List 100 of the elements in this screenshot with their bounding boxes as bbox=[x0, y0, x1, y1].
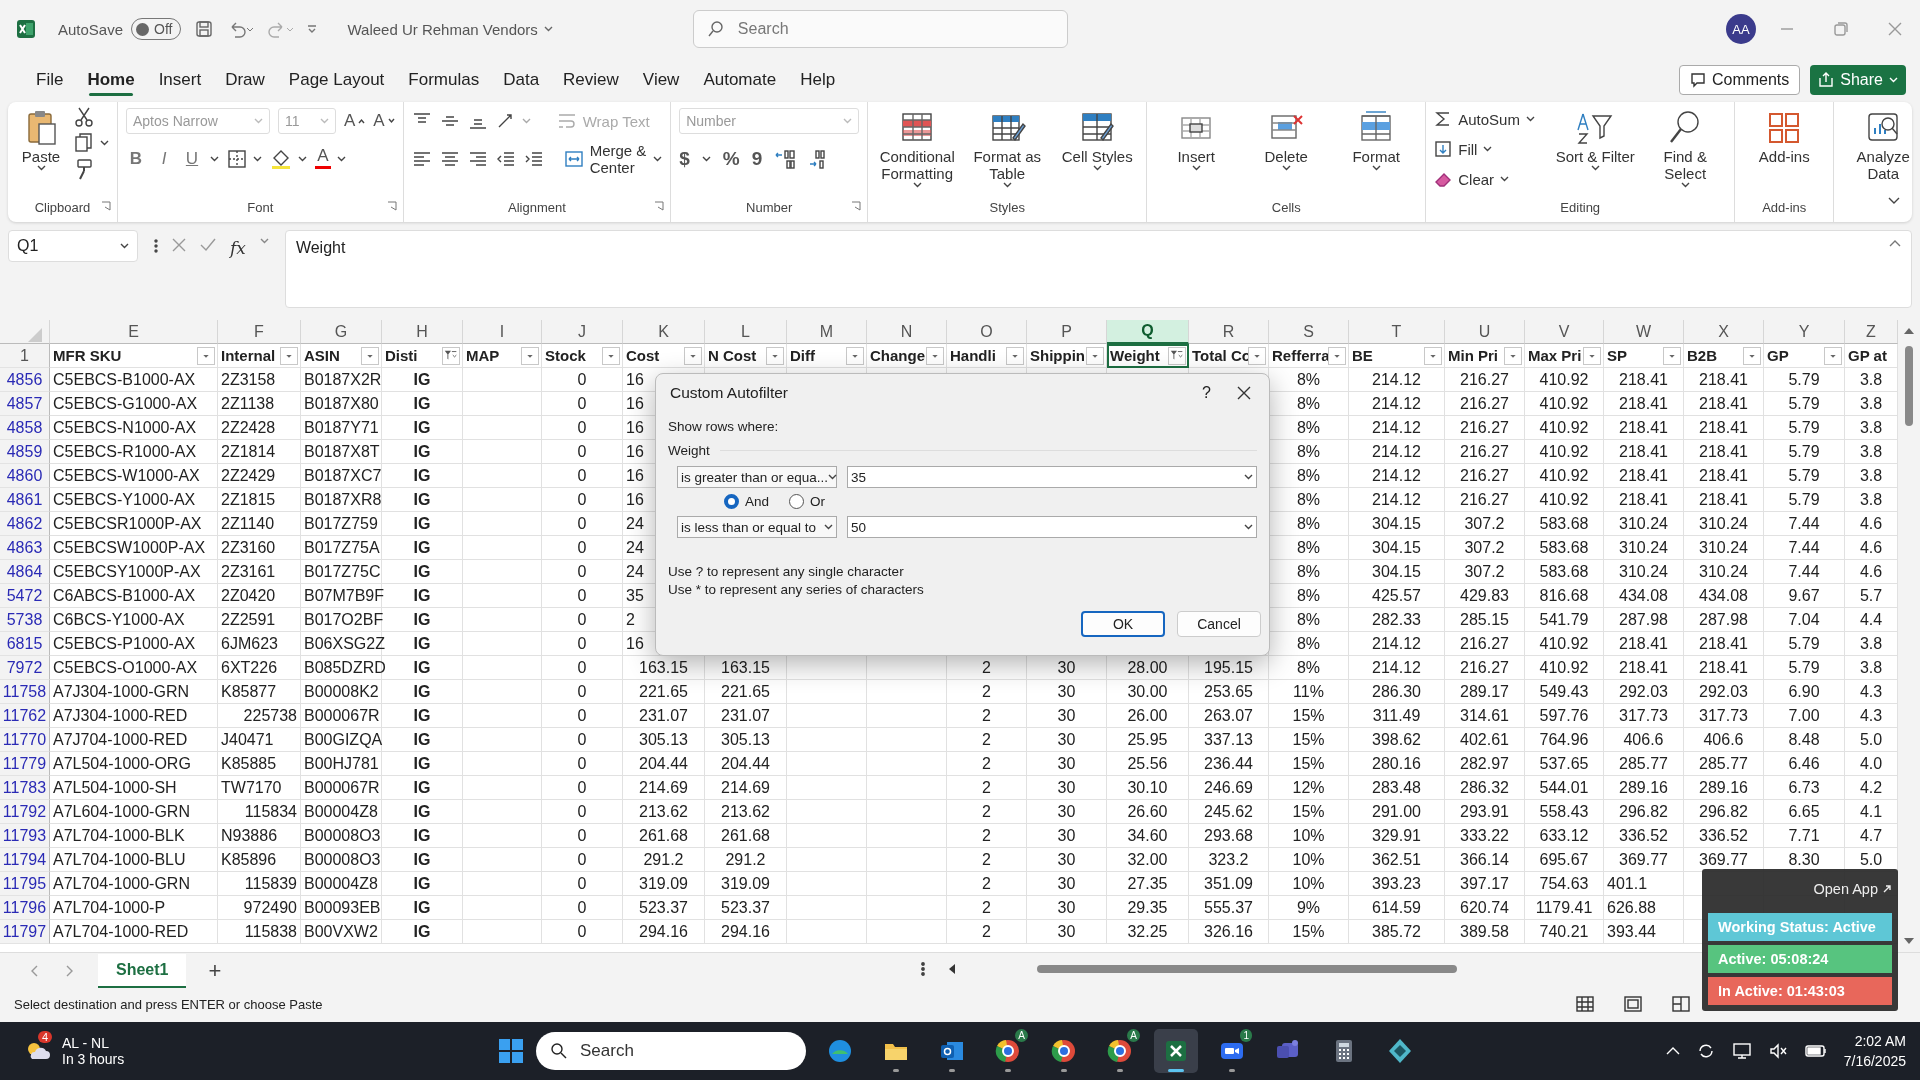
row-number[interactable]: 11795 bbox=[0, 872, 50, 896]
percent-button[interactable]: % bbox=[722, 148, 740, 170]
column-letter[interactable]: M bbox=[787, 320, 867, 344]
row-number[interactable]: 6815 bbox=[0, 632, 50, 656]
name-box[interactable]: Q1 bbox=[8, 230, 138, 262]
taskbar-app[interactable]: A bbox=[1098, 1029, 1142, 1073]
row-number[interactable]: 1 bbox=[0, 344, 50, 368]
search-field[interactable]: Search bbox=[692, 10, 1068, 48]
row-number[interactable]: 4863 bbox=[0, 536, 50, 560]
column-letter[interactable]: W bbox=[1604, 320, 1684, 344]
open-app-link[interactable]: Open App bbox=[1813, 881, 1878, 897]
row-number[interactable]: 11779 bbox=[0, 752, 50, 776]
ribbon-button[interactable]: Clear bbox=[1434, 166, 1547, 192]
ribbon-button[interactable]: Find & Select bbox=[1644, 106, 1727, 188]
dialog-button[interactable]: OK bbox=[1081, 611, 1165, 637]
menu-tab[interactable]: Automate bbox=[691, 62, 789, 98]
add-sheet-button[interactable]: + bbox=[208, 957, 222, 984]
taskbar-app[interactable]: A bbox=[986, 1029, 1030, 1073]
dialog-button[interactable]: Cancel bbox=[1177, 611, 1261, 637]
column-letter[interactable]: H bbox=[382, 320, 463, 344]
value-field[interactable]: 50 bbox=[847, 516, 1257, 538]
row-number[interactable]: 11770 bbox=[0, 728, 50, 752]
row-number[interactable]: 4864 bbox=[0, 560, 50, 584]
column-letter[interactable]: J bbox=[542, 320, 623, 344]
increase-font-button[interactable]: A bbox=[344, 111, 366, 131]
row-number[interactable]: 11762 bbox=[0, 704, 50, 728]
ribbon-button[interactable]: Insert bbox=[1155, 106, 1238, 171]
column-letter[interactable]: Q bbox=[1107, 320, 1189, 344]
column-letter[interactable]: F bbox=[218, 320, 301, 344]
currency-button[interactable]: $ bbox=[679, 148, 690, 170]
column-letter[interactable]: N bbox=[867, 320, 947, 344]
row-number[interactable]: 4862 bbox=[0, 512, 50, 536]
sheet-tab[interactable]: Sheet1 bbox=[98, 953, 187, 988]
operator-dropdown[interactable]: is greater than or equa... bbox=[677, 466, 837, 488]
column-letter[interactable]: O bbox=[947, 320, 1027, 344]
row-number[interactable]: 11783 bbox=[0, 776, 50, 800]
column-letter[interactable]: L bbox=[705, 320, 787, 344]
menu-tab[interactable]: Help bbox=[788, 62, 848, 98]
row-number[interactable]: 11792 bbox=[0, 800, 50, 824]
row-number[interactable]: 4857 bbox=[0, 392, 50, 416]
font-style-button[interactable]: U bbox=[182, 149, 202, 169]
column-letter[interactable]: X bbox=[1684, 320, 1764, 344]
font-color-button[interactable]: A bbox=[315, 149, 331, 169]
document-title[interactable]: Waleed Ur Rehman Vendors bbox=[347, 20, 553, 38]
font-style-button[interactable]: B bbox=[126, 149, 146, 169]
menu-tab[interactable]: Formulas bbox=[396, 62, 492, 98]
formula-field[interactable]: Weight bbox=[284, 230, 1912, 308]
row-number[interactable]: 11794 bbox=[0, 848, 50, 872]
ribbon-button[interactable]: AutoSum bbox=[1434, 106, 1547, 132]
ribbon-button[interactable]: Cell Styles bbox=[1056, 106, 1139, 171]
column-letter[interactable]: Y bbox=[1764, 320, 1845, 344]
menu-tab[interactable]: View bbox=[630, 62, 692, 98]
column-letter[interactable]: I bbox=[463, 320, 542, 344]
ribbon-button[interactable]: Fill bbox=[1434, 136, 1547, 162]
menu-tab[interactable]: Home bbox=[75, 62, 147, 98]
value-field[interactable]: 35 bbox=[847, 466, 1257, 488]
help-button[interactable]: ? bbox=[1202, 384, 1211, 402]
ribbon-button[interactable]: Format as Table bbox=[966, 106, 1049, 188]
row-number[interactable]: 11796 bbox=[0, 896, 50, 920]
row-number[interactable]: 4859 bbox=[0, 440, 50, 464]
row-number[interactable]: 5738 bbox=[0, 608, 50, 632]
column-letter[interactable]: U bbox=[1445, 320, 1525, 344]
row-number[interactable]: 4860 bbox=[0, 464, 50, 488]
comments-button[interactable]: Comments bbox=[1678, 65, 1801, 95]
menu-tab[interactable]: Insert bbox=[146, 62, 214, 98]
menu-tab[interactable]: Review bbox=[551, 62, 631, 98]
row-number[interactable]: 4858 bbox=[0, 416, 50, 440]
column-letter[interactable]: G bbox=[301, 320, 382, 344]
row-number[interactable]: 5472 bbox=[0, 584, 50, 608]
menu-tab[interactable]: Draw bbox=[213, 62, 277, 98]
font-style-button[interactable]: I bbox=[154, 149, 174, 169]
column-letter[interactable]: P bbox=[1027, 320, 1107, 344]
column-letter[interactable]: V bbox=[1525, 320, 1604, 344]
clock[interactable]: 2:02 AM 7/16/2025 bbox=[1843, 1031, 1906, 1071]
merge-center-button[interactable]: Merge & Center bbox=[563, 142, 663, 176]
row-number[interactable]: 4856 bbox=[0, 368, 50, 392]
row-number[interactable]: 11793 bbox=[0, 824, 50, 848]
ribbon-button[interactable]: Analyze Data bbox=[1842, 106, 1920, 182]
radio-button[interactable]: And bbox=[724, 493, 770, 509]
column-letter[interactable]: E bbox=[50, 320, 218, 344]
ribbon-button[interactable]: Conditional Formatting bbox=[876, 106, 959, 188]
row-number[interactable]: 7972 bbox=[0, 656, 50, 680]
column-letter[interactable]: R bbox=[1189, 320, 1269, 344]
ribbon-button[interactable]: Sort & Filter bbox=[1554, 106, 1637, 171]
paste-button[interactable]: Paste bbox=[16, 106, 66, 171]
menu-tab[interactable]: File bbox=[24, 62, 76, 98]
menu-tab[interactable]: Data bbox=[491, 62, 552, 98]
column-letter[interactable]: Z bbox=[1845, 320, 1898, 344]
taskbar-search[interactable]: Search bbox=[536, 1032, 806, 1070]
decrease-font-button[interactable]: A bbox=[373, 111, 395, 131]
operator-dropdown[interactable]: is less than or equal to bbox=[677, 516, 837, 538]
row-number[interactable]: 4861 bbox=[0, 488, 50, 512]
taskbar-app[interactable]: 1 bbox=[1210, 1029, 1254, 1073]
comma-style-button[interactable]: 9 bbox=[751, 148, 763, 170]
row-number[interactable]: 11758 bbox=[0, 680, 50, 704]
ribbon-button[interactable]: Delete bbox=[1245, 106, 1328, 171]
ribbon-button[interactable]: Add-ins bbox=[1743, 106, 1826, 165]
column-letter[interactable]: S bbox=[1269, 320, 1349, 344]
ribbon-button[interactable]: Format bbox=[1335, 106, 1418, 171]
share-button[interactable]: Share bbox=[1810, 65, 1906, 95]
